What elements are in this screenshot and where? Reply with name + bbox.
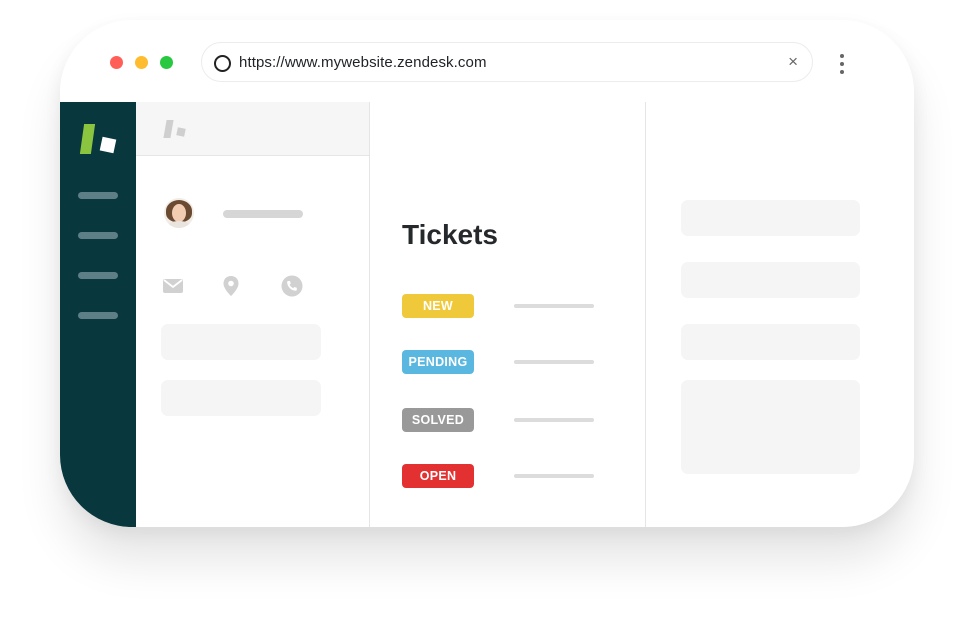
sidebar: [60, 102, 136, 527]
status-badge-solved[interactable]: SOLVED: [402, 408, 474, 432]
ticket-subject-placeholder[interactable]: [514, 304, 594, 308]
maximize-window-button[interactable]: [160, 56, 173, 69]
sidebar-item[interactable]: [78, 272, 118, 279]
ticket-subject-placeholder[interactable]: [514, 418, 594, 422]
page-title: Tickets: [402, 219, 498, 250]
browser-window: https://www.mywebsite.zendesk.com × Tick…: [60, 20, 914, 527]
profile-field-card: [161, 324, 321, 360]
url-text[interactable]: https://www.mywebsite.zendesk.com: [239, 54, 487, 71]
sidebar-item[interactable]: [78, 192, 118, 199]
avatar[interactable]: [164, 198, 194, 228]
minimize-window-button[interactable]: [135, 56, 148, 69]
zendesk-logo[interactable]: [79, 124, 120, 156]
profile-field-card: [161, 380, 321, 416]
ticket-subject-placeholder[interactable]: [514, 474, 594, 478]
clear-url-icon[interactable]: ×: [788, 53, 798, 71]
status-badge-open[interactable]: OPEN: [402, 464, 474, 488]
ticket-subject-placeholder[interactable]: [514, 360, 594, 364]
detail-card: [681, 324, 860, 360]
address-bar[interactable]: https://www.mywebsite.zendesk.com ×: [201, 42, 813, 82]
tickets-panel: Tickets NEW PENDING SOLVED OPEN: [370, 102, 646, 527]
user-name-placeholder: [223, 210, 303, 218]
location-pin-icon[interactable]: [220, 275, 242, 297]
user-profile-panel: [136, 102, 370, 527]
detail-card-large: [681, 380, 860, 474]
details-panel: [646, 102, 914, 527]
app-logo-icon: [163, 120, 189, 140]
kebab-menu-icon[interactable]: [838, 54, 846, 74]
browser-toolbar: https://www.mywebsite.zendesk.com ×: [60, 20, 914, 103]
status-badge-new[interactable]: NEW: [402, 294, 474, 318]
sidebar-item[interactable]: [78, 232, 118, 239]
detail-card: [681, 262, 860, 298]
mail-icon[interactable]: [162, 275, 184, 297]
sidebar-item[interactable]: [78, 312, 118, 319]
status-badge-pending[interactable]: PENDING: [402, 350, 474, 374]
detail-card: [681, 200, 860, 236]
close-window-button[interactable]: [110, 56, 123, 69]
site-info-icon: [214, 55, 231, 72]
phone-icon[interactable]: [281, 275, 303, 297]
profile-panel-header: [136, 102, 369, 156]
